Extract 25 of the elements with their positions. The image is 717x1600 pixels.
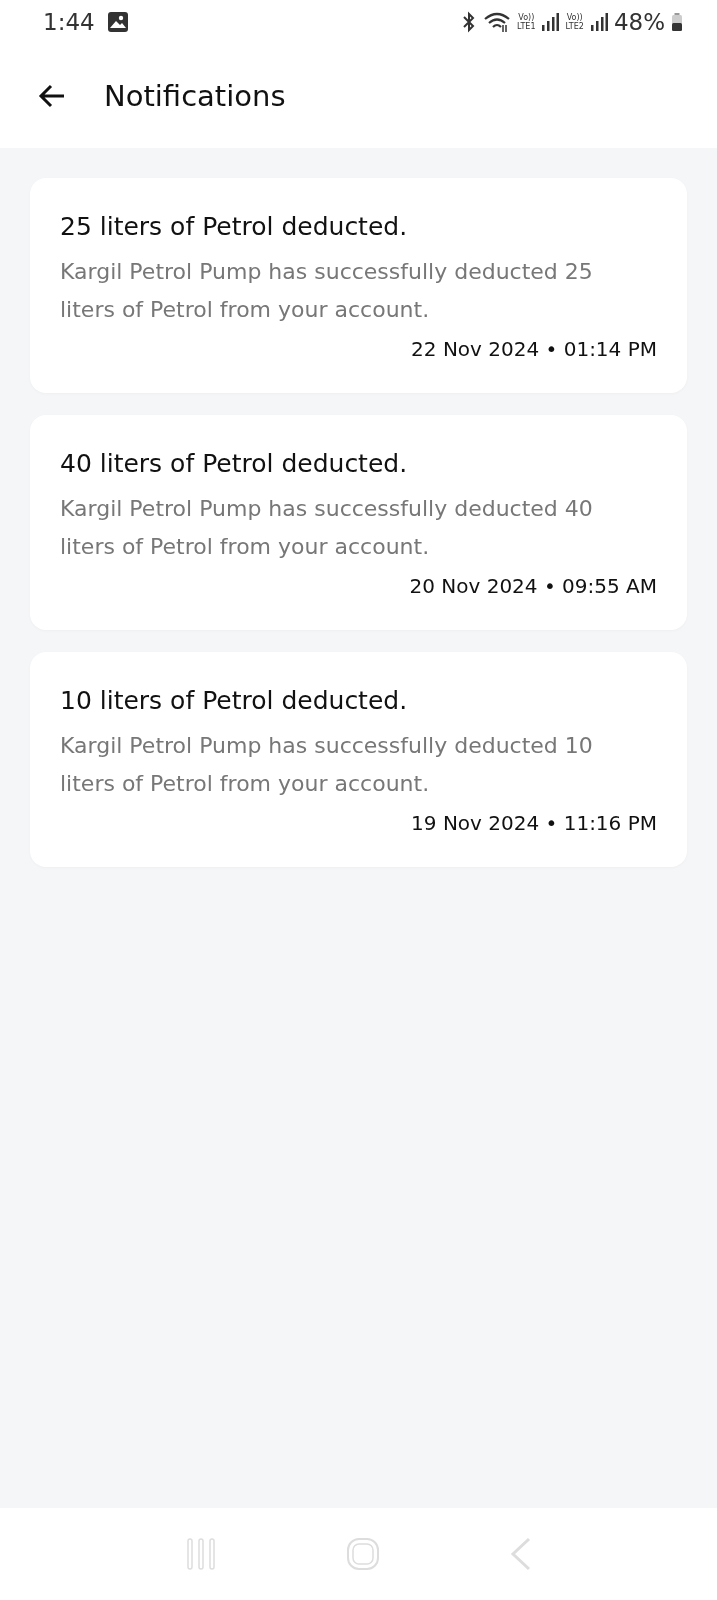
signal-icon — [589, 12, 608, 32]
status-time: 1:44 — [43, 9, 95, 35]
notification-title: 25 liters of Petrol deducted. — [60, 212, 409, 241]
page-title: Notifications — [104, 79, 286, 113]
notification-title: 10 liters of Petrol deducted. — [60, 686, 409, 715]
wifi-icon — [483, 11, 512, 33]
network-label: Vo)) LTE2 — [565, 13, 584, 31]
notification-timestamp: 22 Nov 2024 • 01:14 PM — [410, 337, 657, 361]
battery-percent: 48% — [613, 9, 665, 35]
notification-card[interactable]: 25 liters of Petrol deducted. Kargil Petrol Pump has successfully deducted 25 liters of Petrol from your account. 22 Nov 2024 • 01:14 PM — [30, 178, 687, 393]
notification-timestamp: 20 Nov 2024 • 09:55 AM — [408, 574, 657, 598]
notification-message: Kargil Petrol Pump has successfully deducted 10 liters of Petrol from your account. — [60, 732, 594, 798]
home-icon[interactable] — [346, 1537, 381, 1571]
network-label: Vo)) LTE1 — [517, 13, 536, 31]
notification-card[interactable]: 10 liters of Petrol deducted. Kargil Petrol Pump has successfully deducted 10 liters of Petrol from your account. 19 Nov 2024 • 11:16 PM — [30, 652, 687, 867]
notification-timestamp: 19 Nov 2024 • 11:16 PM — [410, 811, 657, 835]
notification-message: Kargil Petrol Pump has successfully deducted 40 liters of Petrol from your account. — [60, 495, 594, 561]
battery-icon — [671, 11, 683, 33]
image-icon — [106, 11, 129, 33]
recent-apps-icon[interactable] — [184, 1537, 217, 1571]
back-icon[interactable] — [510, 1537, 533, 1571]
notification-title: 40 liters of Petrol deducted. — [60, 449, 409, 478]
notification-message: Kargil Petrol Pump has successfully deducted 25 liters of Petrol from your account. — [60, 258, 594, 324]
signal-icon — [541, 12, 560, 32]
notification-card[interactable]: 40 liters of Petrol deducted. Kargil Petrol Pump has successfully deducted 40 liters of Petrol from your account. 20 Nov 2024 • 09:55 AM — [30, 415, 687, 630]
